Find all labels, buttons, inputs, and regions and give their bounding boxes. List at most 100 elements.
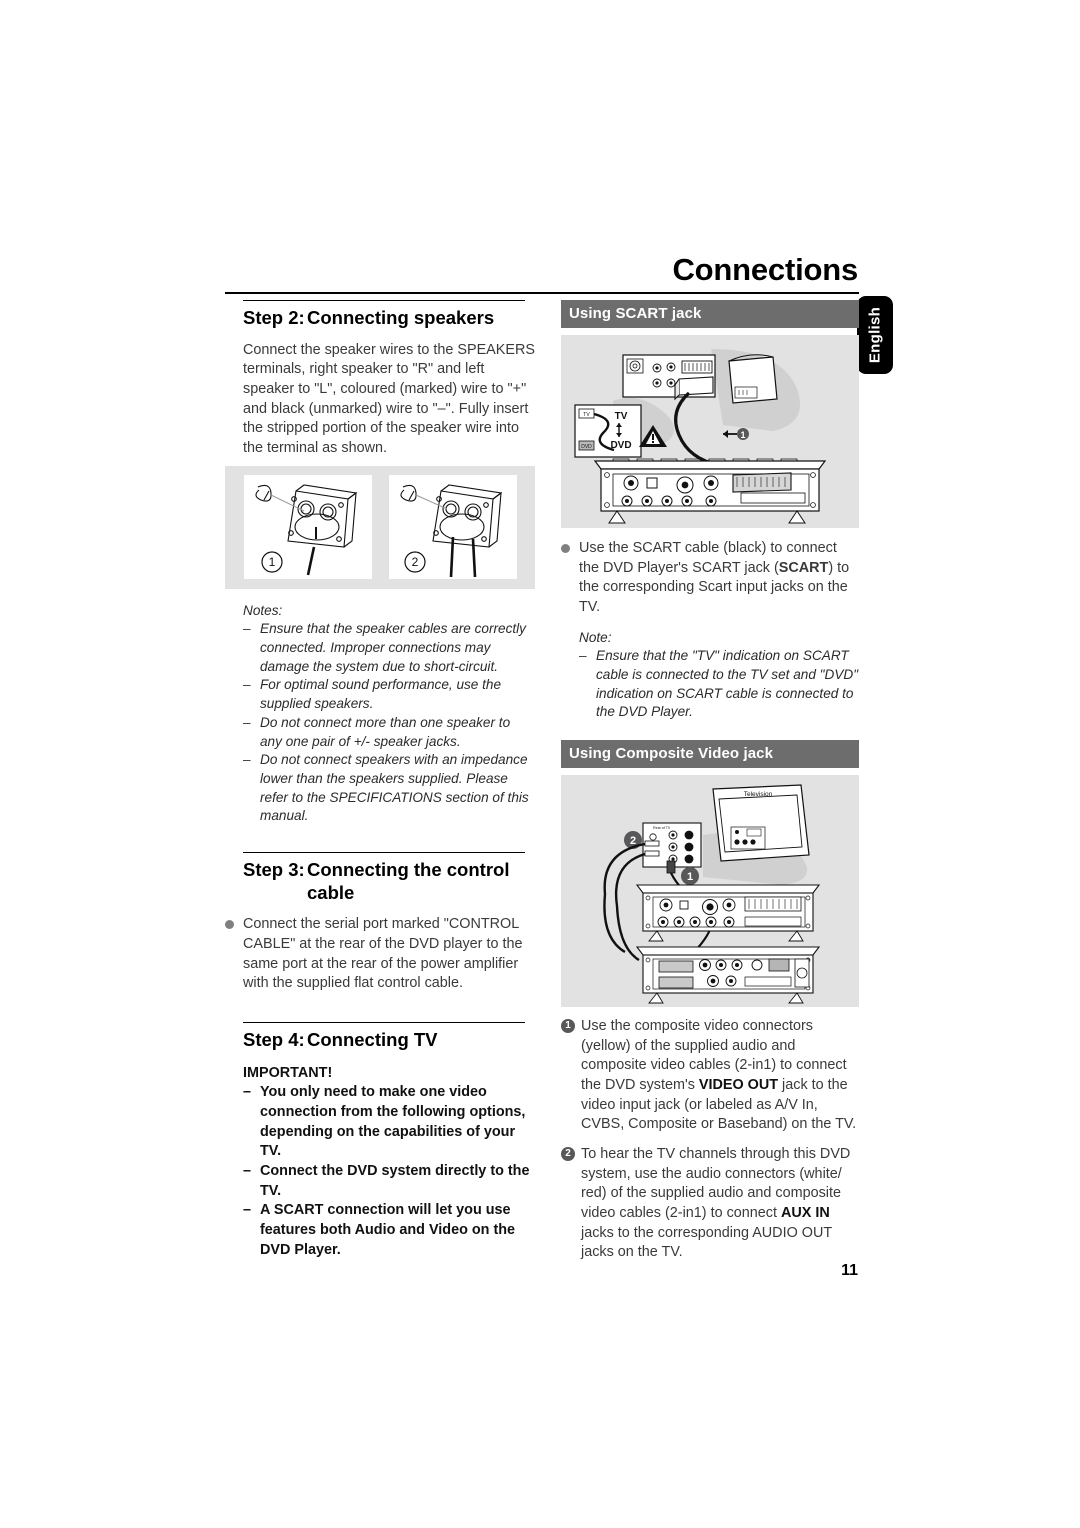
speaker-terminal-illustration-2: 2 [399, 484, 502, 578]
note-item: – Do not connect speakers with an impeda… [243, 751, 535, 826]
speaker-figure-caption-1: 1 [260, 551, 283, 573]
composite-step-2-post: jacks to the corresponding AUDIO OUT jac… [581, 1224, 832, 1261]
svg-text:1: 1 [740, 430, 745, 440]
callout-tv-plug-label: TV [583, 412, 590, 418]
composite-bar-bold: Composite Video [615, 745, 740, 763]
important-item: – You only need to make one video connec… [243, 1083, 535, 1162]
dash-marker: – [579, 648, 587, 664]
scart-label-tv: TV [615, 411, 628, 422]
step2-title: Connecting speakers [307, 307, 495, 328]
note-text: Do not connect more than one speaker to … [260, 714, 511, 749]
step2-notes: Notes: – Ensure that the speaker cables … [243, 602, 535, 826]
note-item: – Ensure that the speaker cables are cor… [243, 620, 535, 676]
important-label: IMPORTANT! [243, 1064, 333, 1081]
scart-bullet-bold: SCART [778, 559, 829, 576]
scart-figure: TV DVD TV DVD 1 [561, 335, 859, 528]
scart-bullet-text: Use the SCART cable (black) to connect t… [579, 539, 859, 618]
tv-set [728, 354, 778, 404]
composite-bar-prefix: Using [569, 745, 616, 763]
callout-dvd-plug-label: DVD [581, 444, 592, 450]
speaker-terminal-diagram-1: 1 [243, 475, 372, 580]
scart-note-block: Note: – Ensure that the "TV" indication … [579, 629, 859, 722]
dash-marker: – [243, 1163, 252, 1180]
step4-rule [243, 1022, 525, 1024]
step3-title-line2: cable [307, 881, 355, 903]
section-step-3: Step 3: Connecting the control cable Con… [225, 851, 535, 994]
scart-bar-bold: SCART [615, 305, 668, 322]
important-text: You only need to make one video connecti… [260, 1084, 526, 1160]
section-scart: Using SCART jack TV DVD TV DVD 1 Use the… [561, 300, 859, 722]
important-item: – Connect the DVD system directly to the… [243, 1162, 535, 1201]
composite-step-1-text: Use the composite video connectors (yell… [581, 1017, 859, 1135]
speaker-terminal-figure: 1 2 [225, 465, 535, 589]
bullet-icon [561, 539, 579, 618]
step2-rule [243, 300, 525, 301]
note-item: – For optimal sound performance, use the… [243, 676, 535, 713]
svg-text:2: 2 [411, 555, 418, 569]
composite-step-2: 2 To hear the TV channels through this D… [561, 1145, 859, 1263]
note-item: – Ensure that the "TV" indication on SCA… [579, 647, 859, 722]
composite-figure: Television Rear of TV 2 1 [561, 775, 859, 1008]
section-step-2: Step 2: Connecting speakers Connect the … [225, 300, 535, 826]
scart-callout-marker: 1 [723, 428, 749, 440]
step2-paragraph: Connect the speaker wires to the SPEAKER… [243, 341, 535, 457]
speaker-terminal-diagram-2: 2 [388, 475, 517, 580]
step3-rule [243, 851, 525, 853]
note-text: For optimal sound performance, use the s… [260, 677, 502, 712]
step2-heading: Step 2: Connecting speakers [243, 307, 535, 330]
svg-text:1: 1 [268, 555, 275, 569]
language-tab-label: English [866, 306, 884, 364]
page-title: Connections [672, 252, 858, 287]
important-text: A SCART connection will let you use feat… [260, 1202, 516, 1258]
scart-bullet: Use the SCART cable (black) to connect t… [561, 539, 859, 618]
marker-icon: 1 [561, 1017, 581, 1135]
bullet-icon [225, 915, 243, 994]
section-composite-video: Using Composite Video jack Television Re… [561, 740, 859, 1263]
step4-title: Connecting TV [307, 1029, 438, 1051]
composite-step-1: 1 Use the composite video connectors (ye… [561, 1017, 859, 1135]
composite-step-1-bold: VIDEO OUT [698, 1077, 779, 1094]
svg-text:1: 1 [687, 871, 693, 883]
dash-marker: – [243, 677, 251, 693]
step3-heading: Step 3: Connecting the control cable [243, 859, 535, 905]
scart-bar-prefix: Using [569, 305, 616, 322]
left-column: Step 2: Connecting speakers Connect the … [225, 300, 535, 1260]
language-tab: English [857, 296, 893, 374]
composite-bar-suffix: jack [739, 745, 774, 763]
scart-cable-callout: TV DVD TV DVD [574, 404, 642, 458]
dash-marker: – [243, 752, 251, 768]
step3-bullet-text: Connect the serial port marked "CONTROL … [243, 916, 523, 992]
dash-marker: – [243, 1084, 252, 1101]
scart-section-bar: Using SCART jack [561, 300, 859, 328]
speaker-figure-caption-2: 2 [403, 551, 426, 573]
composite-marker-1: 1 [681, 867, 699, 886]
dash-marker: – [243, 1202, 252, 1219]
manual-page: Connections English Step 2: Connecting s… [0, 0, 1080, 1528]
notes-label: Notes: [243, 602, 283, 618]
composite-step-2-text: To hear the TV channels through this DVD… [581, 1145, 859, 1263]
page-number: 11 [841, 1262, 858, 1279]
amplifier-rear-panel-lower [635, 946, 821, 1004]
step4-important-block: IMPORTANT! – You only need to make one v… [243, 1064, 535, 1261]
svg-text:Rear of TV: Rear of TV [653, 826, 671, 830]
speaker-terminal-illustration-1: 1 [254, 484, 357, 576]
marker-icon: 2 [561, 1145, 581, 1263]
note-text: Ensure that the speaker cables are corre… [260, 621, 526, 674]
step4-number: Step 4: [243, 1029, 305, 1051]
note-label: Note: [579, 629, 612, 645]
note-item: – Do not connect more than one speaker t… [243, 714, 535, 751]
step2-number: Step 2: [243, 307, 305, 328]
section-step-4: Step 4: Connecting TV IMPORTANT! – You o… [225, 1022, 535, 1260]
dash-marker: – [243, 621, 251, 637]
important-item: – A SCART connection will let you use fe… [243, 1201, 535, 1260]
scart-bar-suffix: jack [667, 305, 702, 322]
step4-heading: Step 4: Connecting TV [243, 1029, 535, 1052]
step3-number: Step 3: [243, 858, 305, 880]
dvd-player-rear-panel [593, 458, 827, 524]
composite-connection-illustration: Television Rear of TV 2 1 [603, 784, 821, 1004]
note-text: Do not connect speakers with an impedanc… [260, 752, 529, 824]
important-text: Connect the DVD system directly to the T… [260, 1163, 530, 1199]
scart-connection-illustration: TV DVD TV DVD 1 [574, 349, 827, 524]
dash-marker: – [243, 714, 251, 730]
step3-bullet: Connect the serial port marked "CONTROL … [225, 915, 535, 994]
